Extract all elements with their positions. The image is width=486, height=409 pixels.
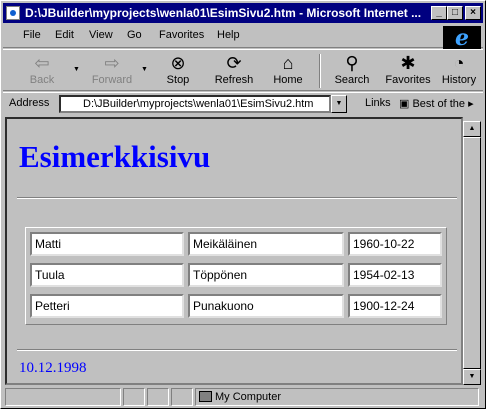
menu-favorites[interactable]: Favorites xyxy=(159,29,204,41)
back-button[interactable]: ⇦ Back xyxy=(15,52,69,90)
status-bar: My Computer xyxy=(3,387,483,407)
scroll-down-button[interactable]: ▼ xyxy=(463,369,481,385)
table-cell: Matti xyxy=(30,232,184,256)
forward-button[interactable]: ⇨ Forward xyxy=(85,52,139,90)
back-arrow-icon: ⇦ xyxy=(34,53,50,73)
stop-button[interactable]: ⊗ Stop xyxy=(151,52,205,90)
ie-logo-icon: e xyxy=(443,26,481,50)
minimize-button[interactable]: _ xyxy=(431,6,447,20)
table-cell: 1954-02-13 xyxy=(348,263,442,287)
search-button[interactable]: ⚲ Search xyxy=(325,52,379,90)
status-panel xyxy=(171,388,193,406)
toolbar: ⇦ Back ▼ ⇨ Forward ▼ ⊗ Stop ⟳ Refresh ⌂ … xyxy=(3,49,483,91)
status-panel xyxy=(147,388,169,406)
menu-view[interactable]: View xyxy=(89,29,113,41)
menu-bar: File Edit View Go Favorites Help xyxy=(3,24,483,48)
page-icon: ▣ xyxy=(399,98,413,110)
title-bar[interactable]: D:\JBuilder\myprojects\wenla01\EsimSivu2… xyxy=(3,3,483,23)
table-cell: Töppönen xyxy=(188,263,344,287)
menu-file[interactable]: File xyxy=(23,29,41,41)
ie-page-icon xyxy=(6,6,20,20)
favorites-icon: ✱ xyxy=(400,53,416,73)
status-panel xyxy=(5,388,121,406)
toolbar-separator xyxy=(319,54,321,88)
forward-dropdown-icon[interactable]: ▼ xyxy=(141,66,148,73)
scroll-up-button[interactable]: ▲ xyxy=(463,121,481,137)
favorites-button[interactable]: ✱ Favorites xyxy=(381,52,435,90)
menu-edit[interactable]: Edit xyxy=(55,29,74,41)
data-table: Matti Meikäläinen 1960-10-22 Tuula Töppö… xyxy=(25,227,447,325)
status-zone: My Computer xyxy=(215,391,282,403)
refresh-button[interactable]: ⟳ Refresh xyxy=(207,52,261,90)
menu-help[interactable]: Help xyxy=(217,29,240,41)
page-content: Esimerkkisivu Matti Meikäläinen 1960-10-… xyxy=(5,117,463,385)
page-heading: Esimerkkisivu xyxy=(19,139,211,174)
menu-go[interactable]: Go xyxy=(127,29,142,41)
forward-arrow-icon: ⇨ xyxy=(104,53,120,73)
home-button[interactable]: ⌂ Home xyxy=(261,52,315,90)
horizontal-rule xyxy=(17,197,457,199)
history-icon: ◔ xyxy=(453,53,465,73)
scroll-thumb[interactable] xyxy=(463,137,481,369)
close-button[interactable]: × xyxy=(465,6,481,20)
refresh-icon: ⟳ xyxy=(226,53,242,73)
history-button[interactable]: ◔ History xyxy=(435,52,483,90)
address-value: D:\JBuilder\myprojects\wenla01\EsimSivu2… xyxy=(83,98,314,110)
search-icon: ⚲ xyxy=(345,53,359,73)
horizontal-rule xyxy=(17,349,457,351)
table-cell: 1900-12-24 xyxy=(348,294,442,318)
computer-icon xyxy=(199,391,212,402)
address-bar: Address D:\JBuilder\myprojects\wenla01\E… xyxy=(3,92,483,114)
links-button[interactable]: Links xyxy=(365,97,391,109)
stop-icon: ⊗ xyxy=(170,53,186,73)
back-dropdown-icon[interactable]: ▼ xyxy=(73,66,80,73)
page-date: 10.12.1998 xyxy=(19,360,87,376)
table-cell: Punakuono xyxy=(188,294,344,318)
maximize-button[interactable]: □ xyxy=(447,6,463,20)
address-input[interactable]: D:\JBuilder\myprojects\wenla01\EsimSivu2… xyxy=(59,95,331,113)
address-label: Address xyxy=(9,97,50,109)
status-panel xyxy=(123,388,145,406)
address-dropdown-button[interactable]: ▼ xyxy=(331,95,347,113)
home-icon: ⌂ xyxy=(282,53,294,73)
window-title: D:\JBuilder\myprojects\wenla01\EsimSivu2… xyxy=(25,6,422,20)
vertical-scrollbar[interactable]: ▲ ▼ xyxy=(463,121,481,385)
best-of-web-link[interactable]: ▣ Best of the ▸ xyxy=(399,97,474,110)
table-cell: Petteri xyxy=(30,294,184,318)
table-cell: Tuula xyxy=(30,263,184,287)
browser-window: D:\JBuilder\myprojects\wenla01\EsimSivu2… xyxy=(0,0,486,409)
table-cell: 1960-10-22 xyxy=(348,232,442,256)
table-cell: Meikäläinen xyxy=(188,232,344,256)
